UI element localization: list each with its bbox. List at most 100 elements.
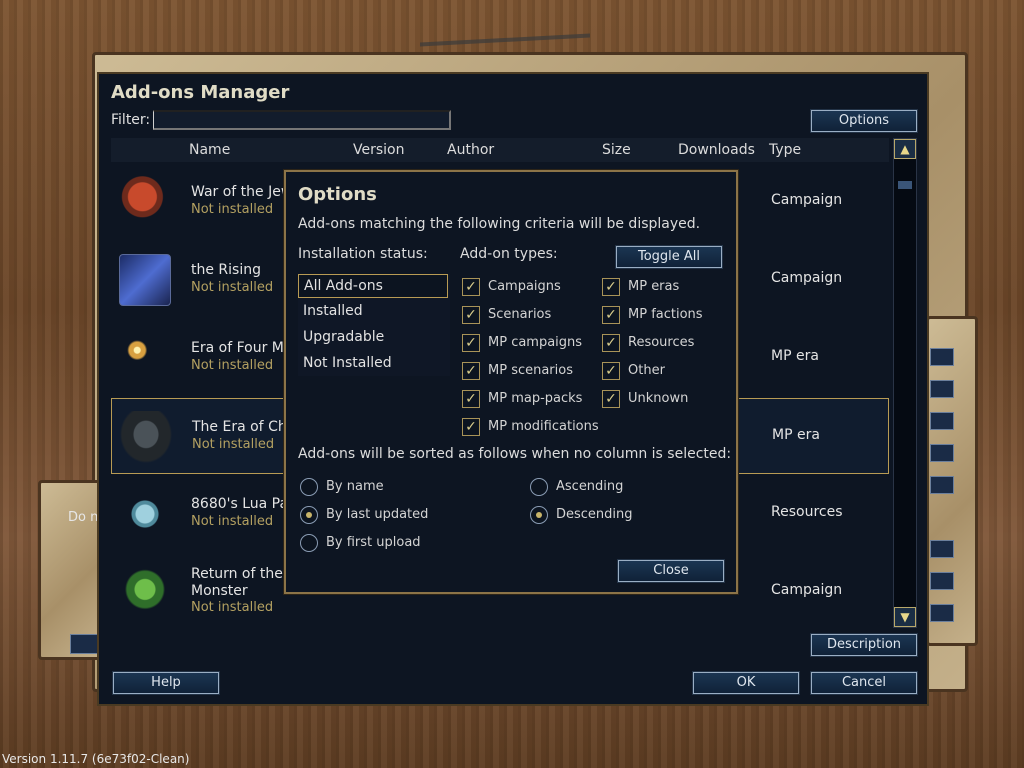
addon-name: the Rising	[191, 262, 261, 278]
column-downloads[interactable]: Downloads	[678, 142, 755, 158]
list-scrollbar[interactable]: ▲ ▼	[893, 138, 917, 628]
status-item-not-installed[interactable]: Not Installed	[298, 352, 448, 376]
radio-selected-icon[interactable]	[300, 506, 318, 524]
scroll-down-arrow-icon[interactable]: ▼	[894, 607, 916, 627]
book-icon	[119, 488, 171, 540]
background-text: Do n	[68, 510, 99, 525]
addon-name: War of the Jew	[191, 184, 293, 200]
options-description: Add-ons matching the following criteria …	[298, 216, 701, 232]
ok-button[interactable]: OK	[692, 671, 800, 695]
radio-label: Descending	[556, 507, 633, 522]
filter-input[interactable]	[153, 110, 451, 130]
radio-label: By first upload	[326, 535, 421, 550]
status-item-installed[interactable]: Installed	[298, 300, 448, 324]
checkbox-label: Campaigns	[488, 279, 561, 294]
options-title: Options	[298, 184, 377, 205]
column-size[interactable]: Size	[602, 142, 631, 158]
dragon-warrior-icon	[119, 566, 171, 618]
checkbox-label: MP modifications	[488, 419, 599, 434]
addon-type: Campaign	[771, 582, 843, 598]
radio-icon[interactable]	[530, 478, 548, 496]
addon-type: Campaign	[771, 192, 843, 208]
lightning-icon	[119, 254, 171, 306]
addon-name: 8680's Lua Pa	[191, 496, 289, 512]
addon-type: Resources	[771, 504, 843, 520]
addon-name-line2: Monster	[191, 583, 248, 599]
checkbox-label: MP map-packs	[488, 391, 583, 406]
checkbox-label: Unknown	[628, 391, 689, 406]
checkmark-icon[interactable]: ✓	[462, 390, 480, 408]
background-button	[930, 476, 954, 494]
checkbox-label: MP campaigns	[488, 335, 583, 350]
addon-name: The Era of Ch	[192, 419, 287, 435]
filter-label: Filter:	[111, 112, 151, 128]
status-item-all[interactable]: All Add-ons	[298, 274, 448, 298]
toggle-all-button[interactable]: Toggle All	[615, 245, 723, 269]
checkbox-label: Resources	[628, 335, 695, 350]
installation-status-list: All Add-ons Installed Upgradable Not Ins…	[298, 274, 450, 376]
checkmark-icon[interactable]: ✓	[462, 278, 480, 296]
background-button	[930, 412, 954, 430]
cancel-button[interactable]: Cancel	[810, 671, 918, 695]
description-button[interactable]: Description	[810, 633, 918, 657]
sort-label: Add-ons will be sorted as follows when n…	[298, 446, 732, 462]
help-button[interactable]: Help	[112, 671, 220, 695]
checkmark-icon[interactable]: ✓	[602, 334, 620, 352]
column-type[interactable]: Type	[769, 142, 801, 158]
radio-icon[interactable]	[300, 478, 318, 496]
scroll-up-arrow-icon[interactable]: ▲	[894, 139, 916, 159]
background-button	[930, 572, 954, 590]
radio-label: By name	[326, 479, 384, 494]
background-button	[930, 444, 954, 462]
addon-status: Not installed	[191, 600, 274, 615]
status-item-upgradable[interactable]: Upgradable	[298, 326, 448, 350]
window-title: Add-ons Manager	[111, 82, 290, 103]
checkmark-icon[interactable]: ✓	[602, 362, 620, 380]
checkmark-icon[interactable]: ✓	[462, 306, 480, 324]
addon-status: Not installed	[191, 358, 274, 373]
checkbox-label: MP factions	[628, 307, 703, 322]
background-button	[70, 634, 100, 654]
checkmark-icon[interactable]: ✓	[602, 278, 620, 296]
spark-icon	[119, 332, 171, 384]
options-button[interactable]: Options	[810, 109, 918, 133]
addon-type: MP era	[772, 427, 820, 443]
background-button	[930, 380, 954, 398]
close-button[interactable]: Close	[617, 559, 725, 583]
checkmark-icon[interactable]: ✓	[462, 334, 480, 352]
addon-name: Era of Four M	[191, 340, 284, 356]
column-name[interactable]: Name	[189, 142, 230, 158]
checkbox-label: Other	[628, 363, 665, 378]
column-version[interactable]: Version	[353, 142, 404, 158]
addon-status: Not installed	[191, 514, 274, 529]
version-label: Version 1.11.7 (6e73f02-Clean)	[2, 752, 190, 766]
background-button	[930, 604, 954, 622]
background-button	[930, 540, 954, 558]
checkmark-icon[interactable]: ✓	[462, 362, 480, 380]
radio-icon[interactable]	[300, 534, 318, 552]
addon-status: Not installed	[192, 437, 275, 452]
options-dialog: Options Add-ons matching the following c…	[283, 169, 739, 595]
warrior-icon	[119, 176, 171, 228]
installation-status-label: Installation status:	[298, 246, 428, 262]
checkbox-label: MP scenarios	[488, 363, 573, 378]
addon-status: Not installed	[191, 280, 274, 295]
checkmark-icon[interactable]: ✓	[462, 418, 480, 436]
addon-type: MP era	[771, 348, 819, 364]
background-button	[930, 348, 954, 366]
radio-label: By last updated	[326, 507, 429, 522]
dark-knight-icon	[120, 411, 172, 463]
checkmark-icon[interactable]: ✓	[602, 390, 620, 408]
addon-status: Not installed	[191, 202, 274, 217]
addon-type: Campaign	[771, 270, 843, 286]
radio-selected-icon[interactable]	[530, 506, 548, 524]
background-parchment-left	[38, 480, 102, 660]
addon-name-line1: Return of the	[191, 566, 283, 582]
scroll-thumb[interactable]	[898, 181, 912, 189]
checkmark-icon[interactable]: ✓	[602, 306, 620, 324]
column-author[interactable]: Author	[447, 142, 494, 158]
column-header-row: Name Version Author Size Downloads Type	[111, 138, 889, 162]
checkbox-label: Scenarios	[488, 307, 552, 322]
checkbox-label: MP eras	[628, 279, 680, 294]
addon-types-label: Add-on types:	[460, 246, 558, 262]
